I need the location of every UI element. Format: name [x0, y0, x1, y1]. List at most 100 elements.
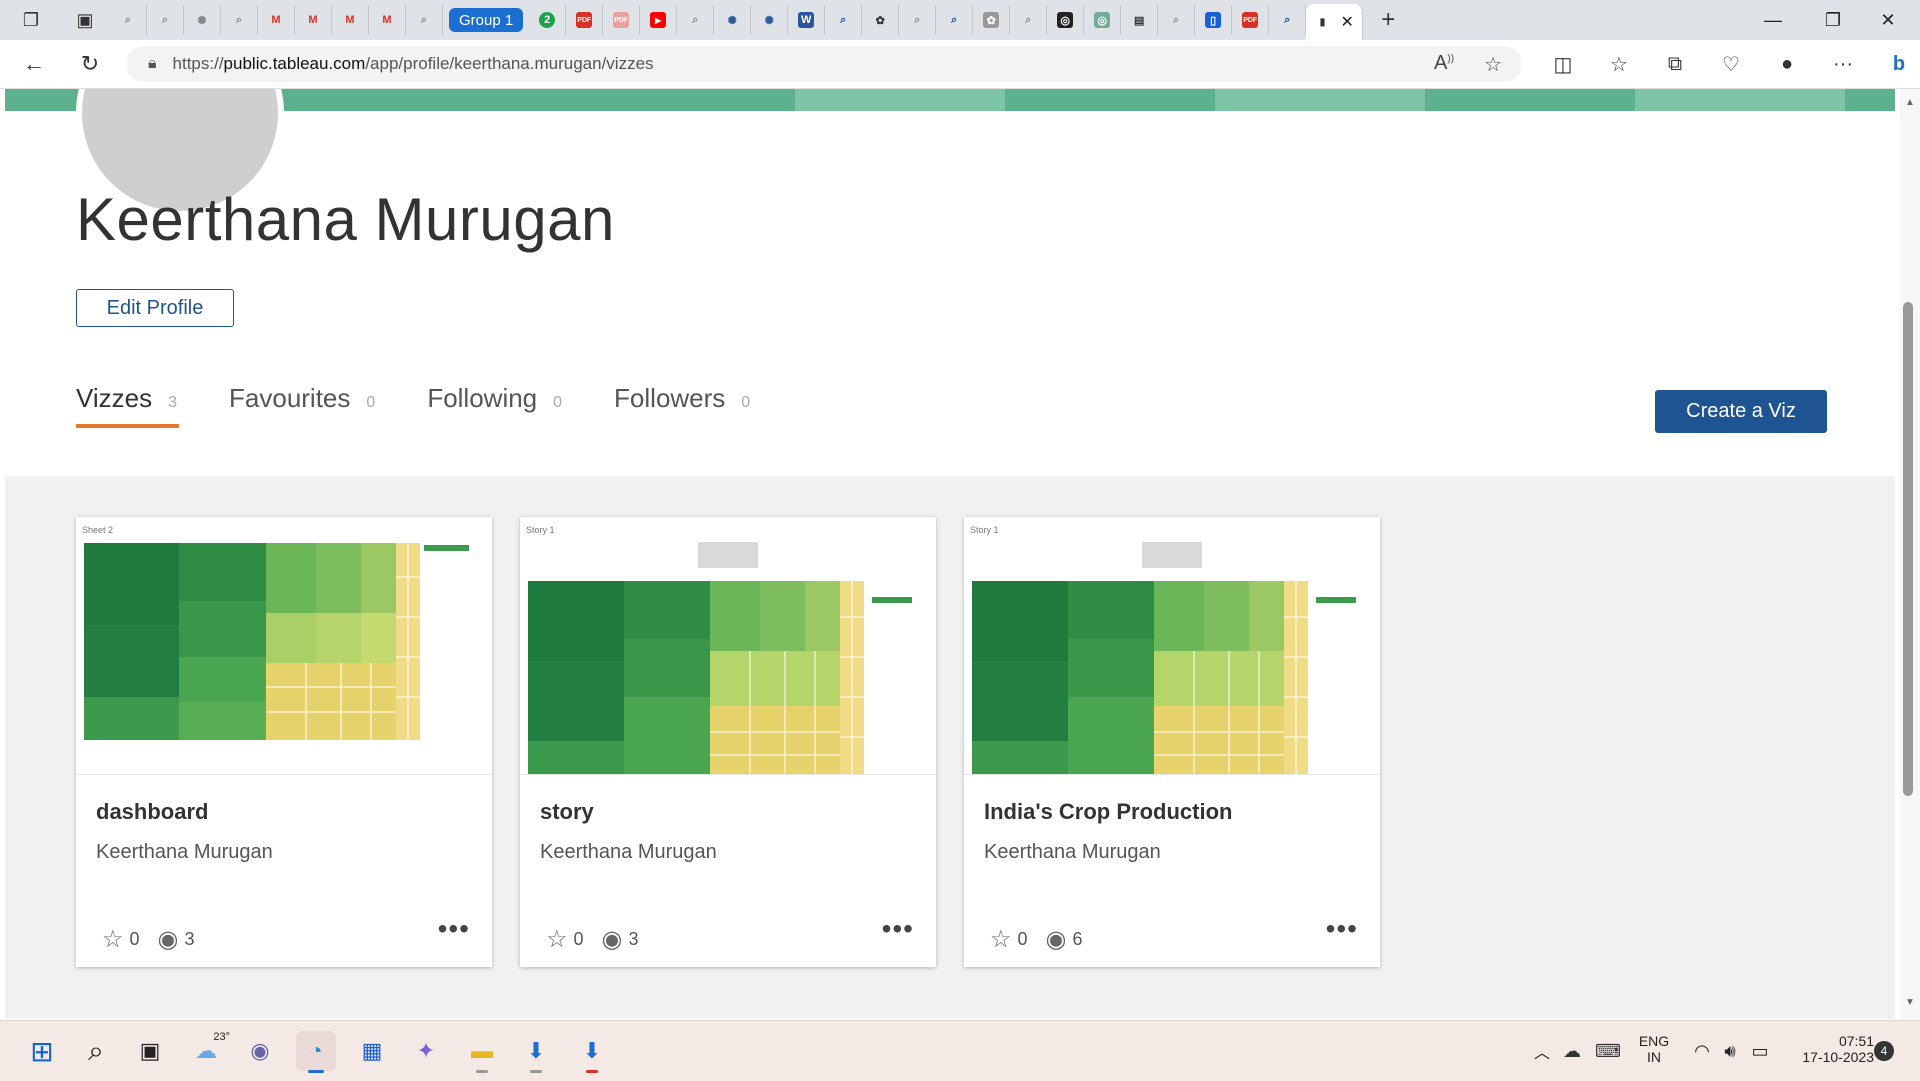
- viz-card[interactable]: Story 1 story Keerthana Murugan ☆ 0 ◉ 3 …: [520, 517, 936, 967]
- tab-following[interactable]: Following 0: [427, 383, 562, 428]
- minimize-icon[interactable]: —: [1745, 0, 1801, 40]
- browser-tab[interactable]: ⌕: [936, 5, 974, 35]
- browser-tab[interactable]: M: [332, 5, 369, 35]
- browser-tab[interactable]: ✿: [862, 5, 900, 35]
- store-icon[interactable]: ▦: [352, 1031, 392, 1071]
- search-icon: ⌕: [1025, 13, 1032, 26]
- viz-thumbnail[interactable]: Sheet 2: [76, 517, 492, 775]
- viz-title[interactable]: dashboard: [96, 799, 208, 825]
- favorite-star-icon[interactable]: ☆: [1484, 52, 1502, 77]
- browser-tab[interactable]: ✺: [751, 5, 789, 35]
- viz-card[interactable]: Sheet 2 dashboard Keerthana Murugan ☆ 0 …: [76, 517, 492, 967]
- language-indicator[interactable]: ENG IN: [1636, 1033, 1672, 1065]
- collections-icon[interactable]: ⧉: [1652, 42, 1698, 86]
- workspaces-icon[interactable]: ❐: [16, 5, 46, 35]
- tableau-icon: ▮: [1319, 16, 1326, 28]
- tab-actions-icon[interactable]: ▣: [70, 5, 100, 35]
- word-icon: W: [798, 12, 815, 28]
- browser-essentials-icon[interactable]: ♡: [1708, 42, 1754, 86]
- download-icon[interactable]: ⬇: [572, 1031, 612, 1073]
- file-explorer-icon[interactable]: ▬: [462, 1031, 502, 1073]
- browser-tab[interactable]: 2: [529, 5, 567, 35]
- battery-icon[interactable]: ▭: [1740, 1031, 1780, 1071]
- more-menu-icon[interactable]: ···: [1820, 42, 1866, 86]
- pdf-icon: PDF: [613, 12, 630, 28]
- viz-thumbnail[interactable]: Story 1: [520, 517, 936, 775]
- more-options-icon[interactable]: •••: [438, 913, 470, 945]
- search-icon[interactable]: ⌕: [76, 1031, 116, 1071]
- read-aloud-icon[interactable]: A)): [1434, 52, 1454, 77]
- start-icon[interactable]: ⊞: [22, 1031, 62, 1071]
- more-options-icon[interactable]: •••: [882, 913, 914, 945]
- browser-tab[interactable]: ⌕: [899, 5, 937, 35]
- close-window-icon[interactable]: ✕: [1860, 0, 1916, 40]
- browser-tab[interactable]: ⌕: [406, 5, 443, 35]
- browser-tab[interactable]: ⌕: [1010, 5, 1048, 35]
- viz-author[interactable]: Keerthana Murugan: [540, 841, 717, 864]
- copilot-icon[interactable]: ✦: [406, 1031, 446, 1071]
- tab-vizzes[interactable]: Vizzes 3: [76, 383, 180, 428]
- viz-author[interactable]: Keerthana Murugan: [984, 841, 1161, 864]
- viz-card[interactable]: Story 1 India's Crop Production Keerthan…: [964, 517, 1380, 967]
- browser-tab[interactable]: ▯: [1195, 5, 1233, 35]
- browser-tab[interactable]: W: [788, 5, 826, 35]
- browser-tab[interactable]: ⌕: [1269, 5, 1307, 35]
- close-tab-icon[interactable]: ✕: [1341, 12, 1354, 32]
- browser-tab[interactable]: ▶: [640, 5, 678, 35]
- browser-tab[interactable]: ✿: [973, 5, 1011, 35]
- teams-chat-icon[interactable]: ◉: [240, 1031, 280, 1071]
- browser-tab[interactable]: ◎: [1084, 5, 1122, 35]
- browser-tab-active[interactable]: ▮ ✕: [1306, 4, 1364, 40]
- browser-tab[interactable]: ⌕: [221, 5, 258, 35]
- notification-badge[interactable]: 4: [1874, 1041, 1894, 1061]
- favourite-count: 0: [1017, 929, 1028, 949]
- browser-tab[interactable]: ⌕: [1158, 5, 1196, 35]
- viz-title[interactable]: story: [540, 799, 594, 825]
- star-icon[interactable]: ☆: [546, 925, 568, 954]
- weather-icon[interactable]: ☁ 23°: [186, 1031, 230, 1071]
- browser-tab[interactable]: ✺: [714, 5, 752, 35]
- url-field[interactable]: 🔒︎ https://public.tableau.com/app/profil…: [126, 46, 1522, 82]
- browser-tab[interactable]: M: [295, 5, 332, 35]
- browser-tab[interactable]: ◎: [1047, 5, 1085, 35]
- browser-tab[interactable]: PDF: [566, 5, 604, 35]
- viz-title[interactable]: India's Crop Production: [984, 799, 1232, 825]
- keyboard-icon[interactable]: ⌨: [1588, 1031, 1628, 1071]
- browser-tab[interactable]: M: [258, 5, 295, 35]
- star-icon[interactable]: ☆: [102, 925, 124, 954]
- browser-tab[interactable]: ⌕: [677, 5, 715, 35]
- scrollbar-thumb[interactable]: [1903, 302, 1913, 796]
- tab-followers[interactable]: Followers 0: [614, 383, 750, 428]
- star-icon[interactable]: ☆: [990, 925, 1012, 954]
- tab-group-chip[interactable]: Group 1: [449, 8, 524, 32]
- bing-chat-icon[interactable]: b: [1876, 42, 1920, 86]
- download-icon[interactable]: ⬇: [516, 1031, 556, 1073]
- browser-tab[interactable]: ⌕: [825, 5, 863, 35]
- edit-profile-button[interactable]: Edit Profile: [76, 289, 234, 327]
- more-options-icon[interactable]: •••: [1326, 913, 1358, 945]
- task-view-icon[interactable]: ▣: [130, 1031, 170, 1071]
- edge-icon[interactable]: ◔: [296, 1031, 336, 1073]
- browser-tab[interactable]: ⌕: [147, 5, 184, 35]
- scroll-up-icon[interactable]: ▲: [1900, 92, 1920, 112]
- clock[interactable]: 07:51 17-10-2023: [1784, 1033, 1874, 1065]
- favorites-icon[interactable]: ☆: [1596, 42, 1642, 86]
- split-screen-icon[interactable]: ◫: [1540, 42, 1586, 86]
- refresh-icon[interactable]: ↻: [68, 42, 112, 86]
- scroll-down-icon[interactable]: ▼: [1900, 992, 1920, 1012]
- browser-tab[interactable]: PDF: [603, 5, 641, 35]
- browser-tab[interactable]: ✺: [184, 5, 221, 35]
- viz-author[interactable]: Keerthana Murugan: [96, 841, 273, 864]
- new-tab-icon[interactable]: +: [1373, 5, 1403, 35]
- profile-icon[interactable]: ●: [1764, 42, 1810, 86]
- back-icon[interactable]: ←: [12, 42, 56, 86]
- tab-favourites[interactable]: Favourites 0: [229, 383, 375, 428]
- browser-tab[interactable]: M: [369, 5, 406, 35]
- browser-tab[interactable]: ⌕: [110, 5, 147, 35]
- restore-icon[interactable]: ❐: [1805, 0, 1861, 40]
- viz-thumbnail[interactable]: Story 1: [964, 517, 1380, 775]
- browser-tab[interactable]: ▤: [1121, 5, 1159, 35]
- browser-tab[interactable]: PDF: [1232, 5, 1270, 35]
- onedrive-icon[interactable]: ☁: [1552, 1031, 1592, 1071]
- create-viz-button[interactable]: Create a Viz: [1655, 390, 1827, 433]
